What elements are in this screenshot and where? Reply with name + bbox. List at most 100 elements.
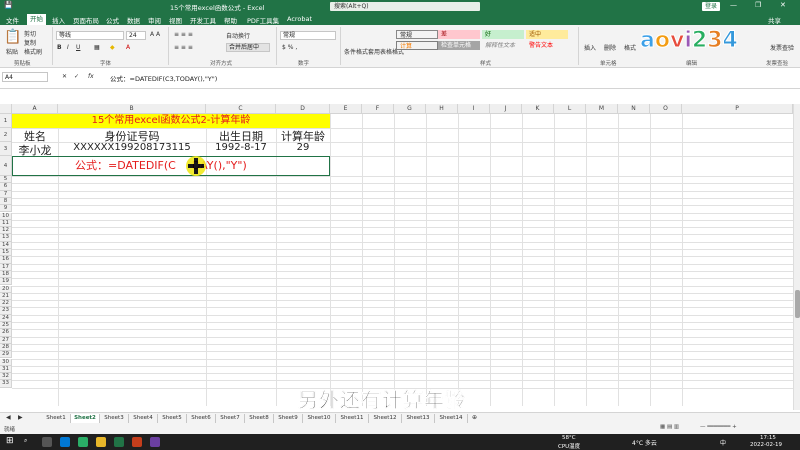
taskbar-search-icon[interactable]: ⌕ <box>24 437 27 445</box>
sheet-tab-4[interactable]: Sheet4 <box>129 414 158 423</box>
explorer-icon[interactable] <box>96 437 106 447</box>
minimize-icon[interactable]: — <box>730 1 737 9</box>
add-sheet-icon[interactable]: ⊕ <box>472 414 477 421</box>
cell-d3[interactable]: 29 <box>276 142 330 153</box>
style-warning[interactable]: 警告文本 <box>526 41 568 50</box>
row-header[interactable]: 1 <box>0 114 12 128</box>
select-all[interactable] <box>0 104 12 114</box>
sheet-tab-9[interactable]: Sheet9 <box>274 414 303 423</box>
sheet-tab-13[interactable]: Sheet13 <box>402 414 435 423</box>
scrollbar-thumb[interactable] <box>795 290 800 318</box>
cell-c3[interactable]: 1992-8-17 <box>206 142 276 153</box>
close-icon[interactable]: ✕ <box>780 1 786 9</box>
sheet-tab-14[interactable]: Sheet14 <box>435 414 468 423</box>
title-banner-cell[interactable]: 15个常用excel函数公式2-计算年龄 <box>12 114 330 128</box>
app-icon[interactable] <box>150 437 160 447</box>
sheet-tab-12[interactable]: Sheet12 <box>369 414 402 423</box>
row-header[interactable]: 22 <box>0 300 12 308</box>
row-header[interactable]: 21 <box>0 292 12 301</box>
row-header[interactable]: 13 <box>0 234 12 242</box>
column-header-m[interactable]: M <box>586 104 618 114</box>
font-color-icon[interactable]: A <box>126 44 130 51</box>
row-header[interactable]: 24 <box>0 314 12 322</box>
column-header-d[interactable]: D <box>276 104 330 114</box>
style-explanatory[interactable]: 解释性文本 <box>482 41 524 50</box>
windows-start-icon[interactable]: ⊞ <box>6 436 14 446</box>
formula-input[interactable]: 公式：=DATEDIF(C3,TODAY(),"Y") <box>110 73 217 83</box>
row-header[interactable]: 10 <box>0 212 12 220</box>
row-header[interactable]: 31 <box>0 365 12 374</box>
cell-b3[interactable]: XXXXXX199208173115 <box>58 142 206 153</box>
menu-home[interactable]: 开始 <box>27 14 46 25</box>
name-box[interactable]: A4 <box>2 72 48 82</box>
login-button[interactable]: 登录 <box>702 2 720 11</box>
number-format-select[interactable]: 常规 <box>280 31 336 40</box>
row-header[interactable]: 4 <box>0 156 12 176</box>
column-header-l[interactable]: L <box>554 104 586 114</box>
style-normal[interactable]: 常规 <box>396 30 438 39</box>
style-neutral[interactable]: 适中 <box>526 30 568 39</box>
row-header[interactable]: 14 <box>0 241 12 249</box>
row-header[interactable]: 18 <box>0 270 12 279</box>
row-header[interactable]: 23 <box>0 307 12 315</box>
menu-developer[interactable]: 开发工具 <box>190 15 216 25</box>
font-size-select[interactable]: 24 <box>126 31 146 40</box>
function-icon[interactable]: fx <box>88 73 94 80</box>
sheet-tab-5[interactable]: Sheet5 <box>158 414 187 423</box>
row-header[interactable]: 11 <box>0 219 12 228</box>
row-header[interactable]: 9 <box>0 205 12 213</box>
row-header[interactable]: 6 <box>0 183 12 191</box>
column-header-n[interactable]: N <box>618 104 650 114</box>
grow-font-icon[interactable]: A A <box>150 31 160 38</box>
row-header[interactable]: 7 <box>0 190 12 198</box>
save-icon[interactable]: 💾 <box>4 1 13 9</box>
column-header-c[interactable]: C <box>206 104 276 114</box>
row-header[interactable]: 16 <box>0 256 12 264</box>
sheet-tab-3[interactable]: Sheet3 <box>100 414 129 423</box>
column-header-k[interactable]: K <box>522 104 554 114</box>
task-view-icon[interactable] <box>42 437 52 447</box>
row-header[interactable]: 8 <box>0 197 12 206</box>
edge-icon[interactable] <box>60 437 70 447</box>
menu-file[interactable]: 文件 <box>6 15 19 25</box>
prev-sheet-icon[interactable]: ◀ <box>6 414 11 421</box>
column-header-h[interactable]: H <box>426 104 458 114</box>
menu-data[interactable]: 数据 <box>127 15 140 25</box>
row-header[interactable]: 32 <box>0 373 12 381</box>
share-button[interactable]: 共享 <box>768 15 781 25</box>
style-calculation[interactable]: 计算 <box>396 41 438 50</box>
excel-icon[interactable] <box>114 437 124 447</box>
fill-color-icon[interactable]: ◆ <box>110 44 115 51</box>
search-box[interactable]: 搜索(Alt+Q) <box>330 2 480 11</box>
row-header[interactable]: 17 <box>0 263 12 271</box>
align-left-icon[interactable]: ≡ ≡ ≡ <box>174 44 193 51</box>
row-header[interactable]: 15 <box>0 249 12 257</box>
italic-icon[interactable]: I <box>67 44 69 51</box>
menu-formulas[interactable]: 公式 <box>106 15 119 25</box>
delete-cells-button[interactable]: 删除 <box>604 43 616 52</box>
column-header-i[interactable]: I <box>458 104 490 114</box>
percent-icon[interactable]: $ % , <box>282 44 297 51</box>
row-header[interactable]: 26 <box>0 329 12 337</box>
selected-cell-a4[interactable]: 公式：=DATEDIF(C DAY(),"Y") <box>12 156 330 176</box>
cancel-icon[interactable]: ✕ <box>62 73 67 80</box>
menu-view[interactable]: 视图 <box>169 15 182 25</box>
maximize-icon[interactable]: ❐ <box>755 1 761 9</box>
row-header[interactable]: 27 <box>0 336 12 344</box>
paste-icon[interactable]: 📋 <box>4 29 21 45</box>
wechat-icon[interactable] <box>78 437 88 447</box>
row-header[interactable]: 12 <box>0 227 12 235</box>
border-icon[interactable]: ▦ <box>94 44 100 51</box>
menu-insert[interactable]: 插入 <box>52 15 65 25</box>
style-check-cell[interactable]: 检查单元格 <box>438 41 480 50</box>
sheet-tab-6[interactable]: Sheet6 <box>187 414 216 423</box>
menu-page-layout[interactable]: 页面布局 <box>73 15 99 25</box>
menu-acrobat[interactable]: Acrobat <box>287 15 312 23</box>
paste-button[interactable]: 粘贴 <box>6 47 18 56</box>
row-header[interactable]: 3 <box>0 142 12 156</box>
column-header-p[interactable]: P <box>682 104 793 114</box>
column-header-g[interactable]: G <box>394 104 426 114</box>
row-header[interactable]: 33 <box>0 380 12 388</box>
row-header[interactable]: 5 <box>0 176 12 184</box>
row-header[interactable]: 28 <box>0 343 12 352</box>
